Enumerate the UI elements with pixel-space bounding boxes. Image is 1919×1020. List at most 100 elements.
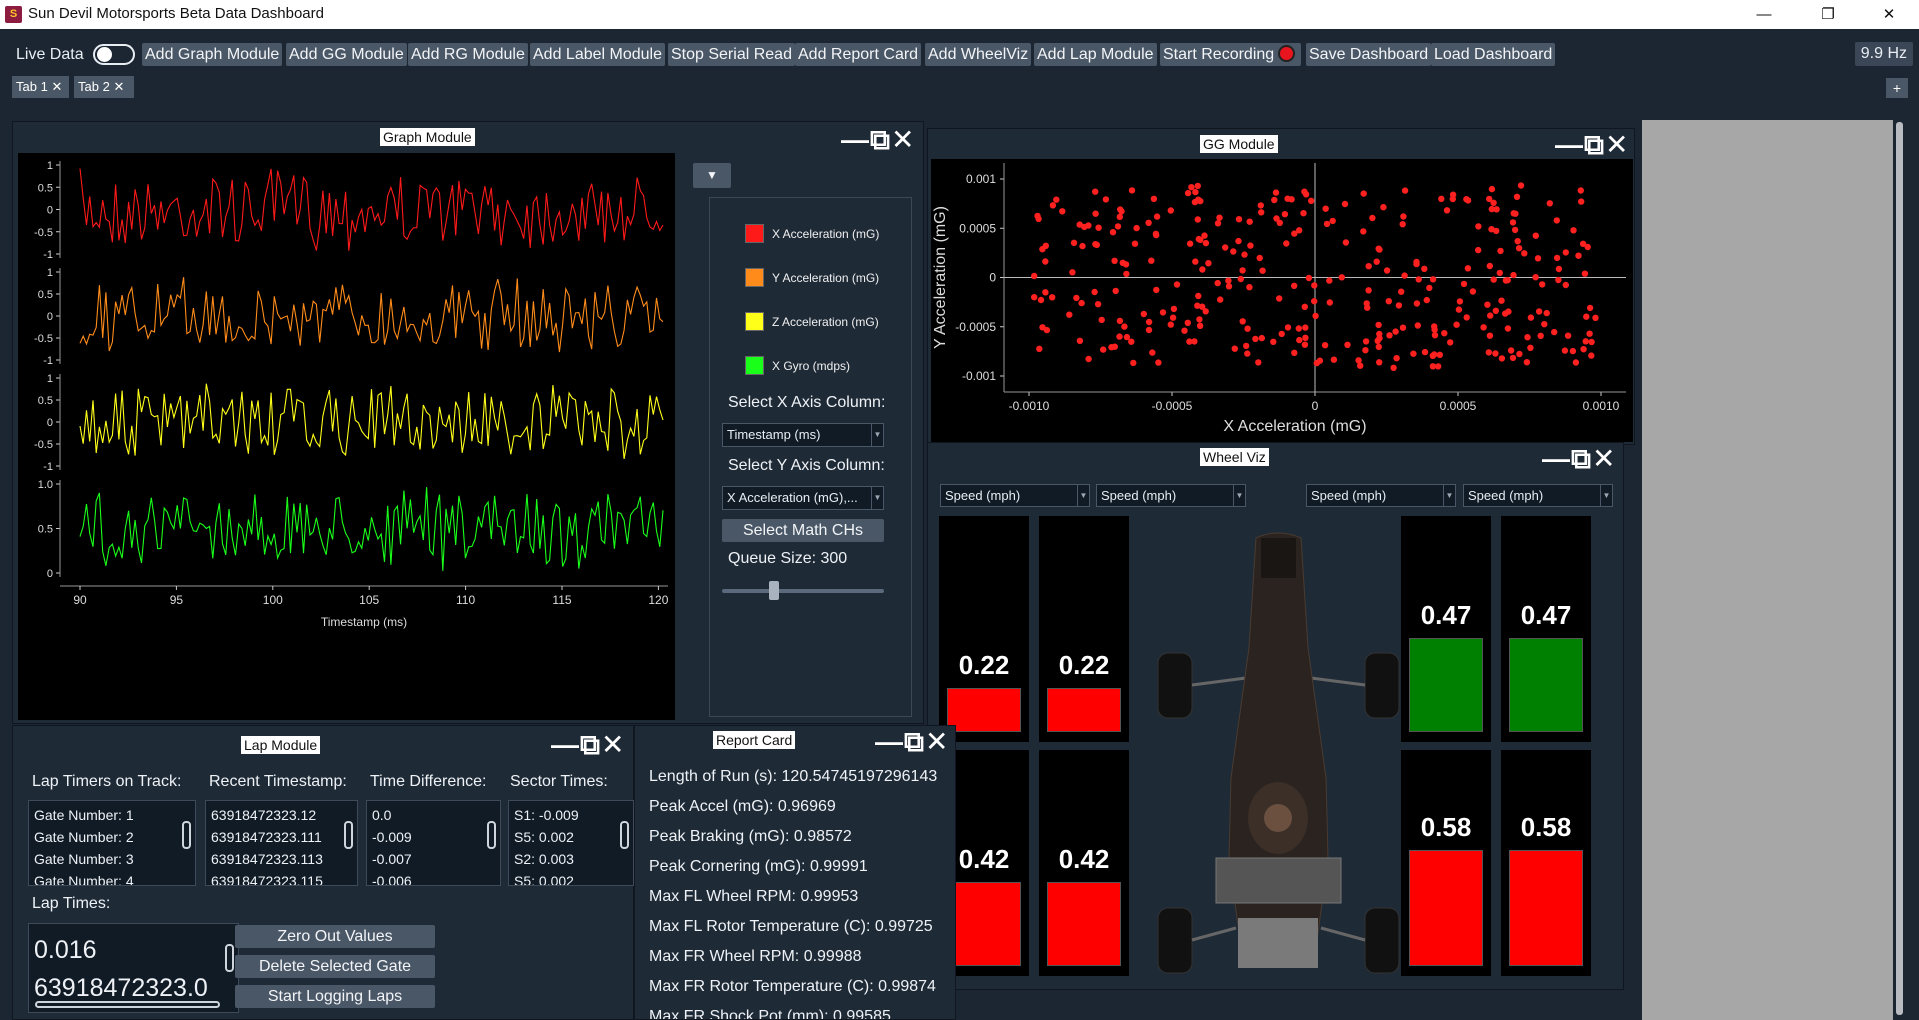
wheel-gauge-value: 0.22 [958, 650, 1010, 680]
scrollbar-thumb[interactable] [225, 944, 234, 972]
minimize-button[interactable]: — [1741, 0, 1787, 29]
lap-module-window-controls[interactable]: —⧉✕ [551, 731, 625, 759]
add-report-card-button[interactable]: Add Report Card [795, 43, 922, 66]
wheel-select-rl[interactable]: Speed (mph) ▼ [1306, 484, 1456, 507]
tab-1[interactable]: Tab 1 ✕ [12, 76, 69, 98]
gate-list[interactable]: Gate Number: 1 Gate Number: 2 Gate Numbe… [28, 800, 196, 886]
queue-size-slider-track[interactable] [722, 589, 884, 593]
graph-module[interactable]: Graph Module —⧉✕ 1 0.5 0 -0.5 -1 1 0.5 0 -0.5 -1 1… [12, 121, 924, 724]
report-card-window-controls[interactable]: —⧉✕ [875, 728, 949, 756]
x-axis-column-select[interactable]: Timestamp (ms) ▼ [722, 423, 884, 447]
list-item[interactable]: 0.0 [372, 807, 391, 823]
scrollbar-thumb[interactable] [487, 821, 496, 849]
difference-list-scrollbar[interactable] [487, 805, 496, 881]
gg-point [1398, 288, 1405, 295]
new-tab-button[interactable]: + [1886, 78, 1908, 98]
gg-plot-area[interactable]: 0.001 0.0005 0 -0.0005 -0.001 -0.0010 -0.0005 0… [931, 159, 1633, 442]
gg-point [1037, 296, 1045, 304]
list-item[interactable]: S1: -0.009 [514, 807, 579, 823]
gate-list-scrollbar[interactable] [182, 805, 191, 881]
list-item[interactable]: 63918472323.12 [211, 807, 316, 823]
add-label-module-button[interactable]: Add Label Module [530, 43, 665, 66]
lap-times-vscrollbar[interactable] [225, 928, 234, 998]
graph-plot-area[interactable]: 1 0.5 0 -0.5 -1 1 0.5 0 -0.5 -1 1 0.5 0 -0.5 -1 1.0 0.5 0… [18, 153, 675, 720]
list-item[interactable]: -0.009 [372, 829, 412, 845]
gg-point [1511, 226, 1519, 234]
gg-point [1362, 338, 1370, 345]
select-math-channels-button[interactable]: Select Math CHs [722, 519, 884, 542]
close-button[interactable]: ✕ [1866, 0, 1912, 29]
add-graph-module-button[interactable]: Add Graph Module [142, 43, 283, 66]
list-item[interactable]: S5: 0.002 [514, 873, 574, 885]
list-item[interactable]: 0.016 [34, 936, 97, 965]
wheel-select-rr[interactable]: Speed (mph) ▼ [1463, 484, 1613, 507]
stop-serial-read-button[interactable]: Stop Serial Read [668, 43, 795, 66]
list-item[interactable]: -0.007 [372, 851, 412, 867]
scrollbar-thumb[interactable] [620, 821, 629, 849]
sector-times-list[interactable]: S1: -0.009 S5: 0.002 S2: 0.003 S5: 0.002 [508, 800, 634, 886]
add-rg-module-button[interactable]: Add RG Module [408, 43, 528, 66]
wheel-select-fr[interactable]: Speed (mph) ▼ [1096, 484, 1246, 507]
wheel-viz-window-controls[interactable]: —⧉✕ [1542, 445, 1616, 473]
lap-times-list[interactable]: 0.016 63918472323.0 [28, 923, 239, 1013]
tab-2[interactable]: Tab 2 ✕ [74, 76, 134, 98]
gg-point [1244, 350, 1251, 357]
add-wheelviz-button[interactable]: Add WheelViz [925, 43, 1032, 66]
start-recording-button[interactable]: Start Recording [1160, 43, 1302, 66]
zero-out-values-button[interactable]: Zero Out Values [235, 925, 435, 948]
gg-point [1429, 276, 1437, 283]
gg-point [1128, 187, 1136, 194]
gg-point [1301, 303, 1308, 310]
wheel-gauge: 0.42 [1039, 750, 1129, 976]
add-gg-module-button[interactable]: Add GG Module [286, 43, 407, 66]
save-dashboard-button[interactable]: Save Dashboard [1306, 43, 1432, 66]
report-card-title: Report Card [713, 731, 796, 749]
list-item[interactable]: 63918472323.111 [211, 829, 322, 845]
start-logging-laps-button[interactable]: Start Logging Laps [235, 985, 435, 1008]
gg-point [1111, 257, 1118, 264]
lap-module[interactable]: Lap Module —⧉✕ Lap Timers on Track: Rece… [12, 725, 634, 1020]
close-tab-icon[interactable]: ✕ [51, 79, 62, 94]
wheel-select-fl[interactable]: Speed (mph) ▼ [940, 484, 1090, 507]
scrollbar-thumb[interactable] [344, 821, 353, 849]
workspace-scrollbar[interactable] [1893, 118, 1905, 1020]
list-item[interactable]: 63918472323.0 [34, 974, 208, 1003]
scrollbar-thumb[interactable] [1896, 122, 1903, 1015]
list-item[interactable]: S5: 0.002 [514, 829, 574, 845]
timestamp-list[interactable]: 63918472323.12 63918472323.111 639184723… [205, 800, 358, 886]
close-tab-icon[interactable]: ✕ [113, 79, 124, 94]
sector-list-scrollbar[interactable] [620, 805, 629, 881]
graph-module-window-controls[interactable]: —⧉✕ [841, 126, 915, 154]
wheel-viz-module[interactable]: Wheel Viz —⧉✕ Speed (mph) ▼ Speed (mph) ▼ … [927, 442, 1624, 990]
list-item[interactable]: S2: 0.003 [514, 851, 574, 867]
lap-times-hscrollbar[interactable] [35, 1001, 220, 1008]
list-item[interactable]: -0.006 [372, 873, 412, 885]
gg-point [1271, 196, 1278, 204]
gg-point [1475, 223, 1482, 230]
list-item[interactable]: Gate Number: 2 [34, 829, 134, 845]
list-item[interactable]: 63918472323.113 [211, 851, 323, 867]
delete-selected-gate-button[interactable]: Delete Selected Gate [235, 955, 435, 978]
list-item[interactable]: Gate Number: 3 [34, 851, 134, 867]
y-axis-column-select[interactable]: X Acceleration (mG),... ▼ [722, 486, 884, 510]
list-item[interactable]: 63918472323.115 [211, 873, 323, 885]
gg-module-window-controls[interactable]: —⧉✕ [1555, 131, 1629, 159]
gg-point [1401, 187, 1409, 194]
report-card-module[interactable]: Report Card —⧉✕ Length of Run (s): 120.5… [634, 725, 956, 1020]
load-dashboard-button[interactable]: Load Dashboard [1431, 43, 1556, 66]
timestamp-list-scrollbar[interactable] [344, 805, 353, 881]
list-item[interactable]: Gate Number: 1 [34, 807, 134, 823]
gg-point [1588, 338, 1595, 346]
legend-collapse-button[interactable]: ▼ [693, 163, 731, 188]
gg-module[interactable]: GG Module —⧉✕ 0.001 0.0005 0 -0.0005 -0.001 -… [927, 128, 1635, 445]
gg-point [1582, 338, 1589, 345]
scrollbar-thumb[interactable] [182, 821, 191, 849]
add-lap-module-button[interactable]: Add Lap Module [1034, 43, 1157, 66]
live-data-toggle[interactable] [93, 44, 135, 65]
wheel-gauge-bar [1409, 638, 1483, 732]
wheel-gauge-value: 0.47 [1520, 600, 1572, 630]
queue-size-slider-thumb[interactable] [769, 581, 780, 600]
list-item[interactable]: Gate Number: 4 [34, 873, 134, 885]
time-difference-list[interactable]: 0.0 -0.009 -0.007 -0.006 [366, 800, 501, 886]
restore-button[interactable]: ❐ [1805, 0, 1851, 29]
